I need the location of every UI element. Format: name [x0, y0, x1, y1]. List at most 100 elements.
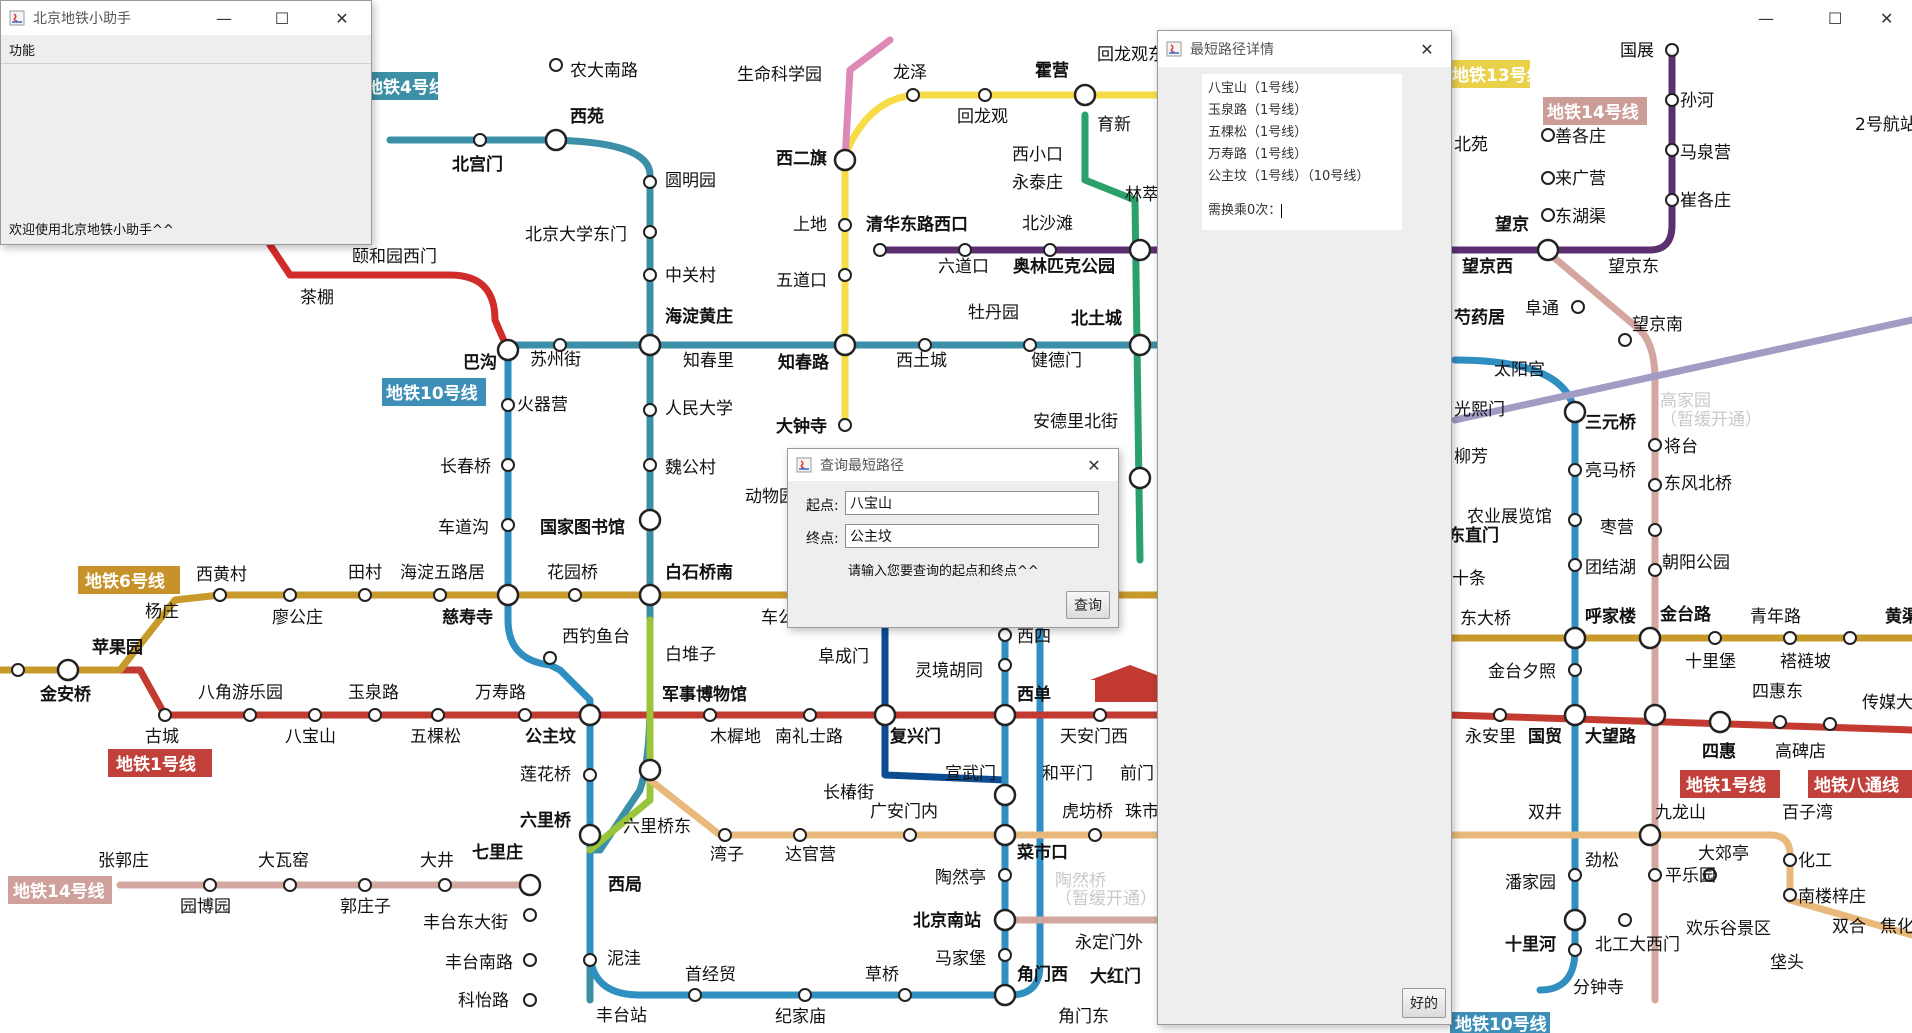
station-label: 太阳宫	[1494, 360, 1545, 380]
query-button[interactable]: 查询	[1066, 591, 1110, 619]
station-label: 望京南	[1632, 315, 1683, 335]
java-app-icon	[796, 457, 812, 473]
station-label: 人民大学	[665, 399, 733, 419]
station-label: 园博园	[180, 897, 231, 917]
station-label: 东湖渠	[1555, 207, 1606, 227]
result-close-button[interactable]: ✕	[1404, 31, 1450, 67]
station-label: 北京南站	[913, 910, 981, 931]
station-label: 马泉营	[1680, 143, 1731, 163]
station-label: 呼家楼	[1585, 606, 1636, 627]
station-label: 马家堡	[935, 949, 986, 969]
station-label: 霍营	[1035, 60, 1069, 81]
station-label: 育新	[1097, 115, 1131, 135]
station-label: 陶然亭	[935, 868, 986, 888]
station-label: 四惠	[1702, 741, 1736, 762]
station-label: 魏公村	[665, 458, 716, 478]
station-label: 亮马桥	[1585, 461, 1636, 481]
line-tag: 地铁6号线	[85, 571, 165, 592]
station-label: 灵境胡同	[915, 661, 983, 681]
station-label: 苏州街	[530, 350, 581, 370]
route-step: 八宝山（1号线）	[1208, 81, 1308, 96]
station-label: 军事博物馆	[662, 684, 747, 705]
station-label: 丰台东大街	[423, 913, 508, 933]
result-dialog-title: 最短路径详情	[1190, 42, 1274, 58]
station-label: 北苑	[1454, 135, 1488, 155]
line-tag: 地铁14号线	[1547, 102, 1639, 123]
station-label: 国贸	[1528, 726, 1562, 747]
station-label: 2号航站楼	[1855, 115, 1912, 135]
station-label: 颐和园西门	[352, 247, 437, 267]
line-tag: 地铁4号线	[366, 77, 446, 98]
station-label: 角门东	[1058, 1007, 1109, 1027]
menu-function[interactable]: 功能	[9, 40, 35, 59]
station-label: 金台夕照	[1488, 662, 1556, 682]
station-label: 阜通	[1525, 299, 1559, 319]
station-label: 海淀黄庄	[665, 306, 733, 327]
station-label: 苹果园	[92, 637, 143, 658]
station-label: 国展	[1620, 41, 1654, 61]
route-step: 万寿路（1号线）	[1208, 147, 1308, 162]
station-label: 六道口	[938, 257, 989, 277]
station-label: 北沙滩	[1022, 214, 1073, 234]
station-label: 北京大学东门	[525, 225, 627, 245]
line-tag: 地铁八通线	[1814, 775, 1899, 796]
end-input[interactable]	[845, 524, 1099, 548]
map-maximize-button[interactable]: ☐	[1828, 9, 1842, 28]
query-dialog-titlebar: 查询最短路径 ✕	[788, 449, 1118, 481]
station-label: 生命科学园	[737, 65, 822, 85]
query-close-button[interactable]: ✕	[1071, 449, 1117, 481]
station-label: 永安里	[1465, 727, 1516, 747]
station-label: 龙泽	[893, 63, 927, 83]
station-label: 三元桥	[1585, 413, 1637, 433]
station-label: 前门	[1120, 764, 1154, 784]
station-label: 慈寿寺	[442, 607, 493, 628]
route-step: 五棵松（1号线）	[1208, 125, 1308, 140]
station-label: 中关村	[665, 266, 716, 286]
station-label: 知春路	[777, 352, 830, 373]
station-label: 来广营	[1555, 169, 1606, 189]
station-label: 田村	[348, 563, 382, 583]
station-label: 大郊亭	[1698, 844, 1749, 864]
map-close-button[interactable]: ✕	[1880, 9, 1893, 28]
line-tag: 地铁10号线	[1455, 1014, 1547, 1033]
station-label: 善各庄	[1555, 127, 1606, 147]
main-window: 北京地铁小助手 — ☐ ✕ 功能 欢迎使用北京地铁小助手^^	[0, 0, 372, 245]
station-label: 西小口	[1012, 145, 1063, 165]
station-label: 巴沟	[463, 352, 497, 373]
station-label: 大望路	[1585, 726, 1637, 747]
station-label: 西单	[1017, 684, 1051, 705]
station-label: 永泰庄	[1012, 173, 1063, 193]
route-step: 玉泉路（1号线）	[1208, 103, 1308, 118]
ok-button[interactable]: 好的	[1402, 988, 1446, 1018]
station-label: 五棵松	[410, 727, 461, 747]
station-label: 北工大西门	[1595, 935, 1680, 955]
station-label: 回龙观	[957, 107, 1008, 127]
main-minimize-button[interactable]: —	[201, 1, 247, 35]
station-label: 欢乐谷景区	[1686, 919, 1771, 939]
station-label: 崔各庄	[1680, 191, 1731, 211]
station-label: 柳芳	[1454, 447, 1488, 467]
station-label: 十条	[1452, 569, 1486, 589]
station-label: 分钟寺	[1573, 978, 1624, 998]
main-maximize-button[interactable]: ☐	[259, 1, 305, 35]
station-label: 西黄村	[196, 565, 247, 585]
start-input[interactable]	[845, 491, 1099, 515]
line-tag: 地铁10号线	[386, 383, 478, 404]
line-tag: 地铁1号线	[116, 754, 196, 775]
station-label: 将台	[1664, 437, 1698, 457]
station-label: 复兴门	[889, 726, 941, 747]
station-label: 湾子	[710, 845, 744, 865]
line-tag: 地铁14号线	[13, 881, 105, 902]
main-welcome-text: 欢迎使用北京地铁小助手^^	[9, 223, 174, 238]
station-label: 农业展览馆	[1467, 507, 1552, 527]
main-close-button[interactable]: ✕	[319, 1, 365, 35]
station-label: 七里庄	[472, 842, 523, 863]
map-minimize-button[interactable]: —	[1758, 9, 1774, 28]
station-label: 大井	[420, 851, 454, 871]
station-label: 褡裢坡	[1780, 652, 1831, 672]
station-label: 莲花桥	[520, 765, 571, 785]
station-label: 劲松	[1585, 851, 1619, 871]
result-text-area[interactable]: 八宝山（1号线） 玉泉路（1号线） 五棵松（1号线） 万寿路（1号线） 公主坟（…	[1202, 74, 1402, 230]
station-label: 泥洼	[607, 949, 641, 969]
main-window-titlebar: 北京地铁小助手 — ☐ ✕	[1, 1, 371, 35]
